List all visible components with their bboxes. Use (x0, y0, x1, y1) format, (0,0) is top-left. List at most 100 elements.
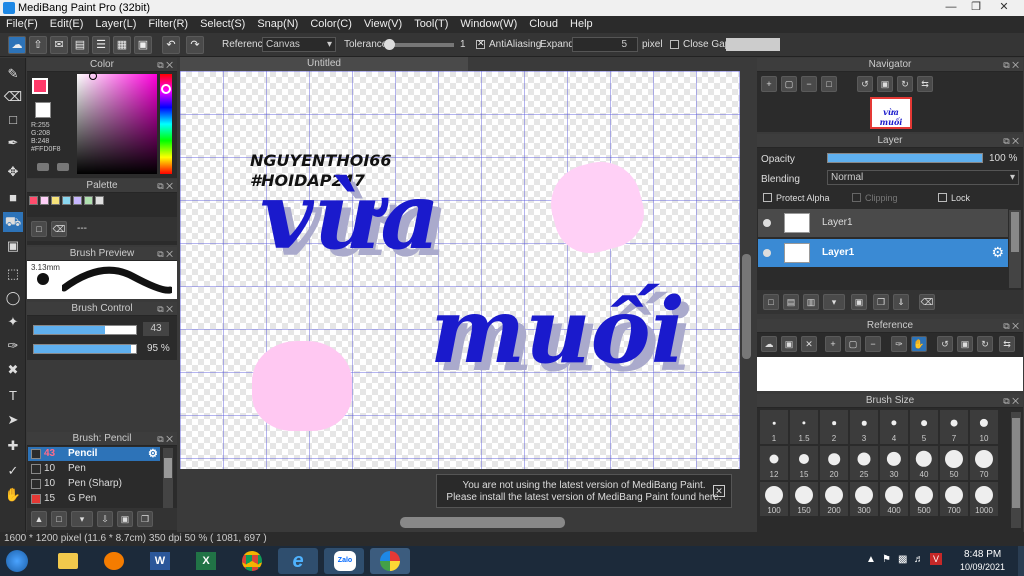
actual-size-icon[interactable]: □ (821, 76, 837, 92)
brush-size-cell[interactable]: 4 (880, 410, 908, 444)
chrome-icon[interactable] (232, 548, 272, 574)
palette-swatch[interactable] (29, 196, 38, 205)
canvas-vertical-scrollbar[interactable] (740, 71, 753, 469)
canvas[interactable]: NGUYENTHOI66 #HOIDAP247 vừa vừa muối muối (180, 71, 740, 469)
notice-line-2[interactable]: Please install the latest version of Med… (437, 492, 731, 504)
vertical-scroll-thumb[interactable] (742, 254, 751, 359)
menu-window[interactable]: Window(W) (454, 16, 523, 30)
magic-wand-tool-icon[interactable]: ✦ (3, 312, 23, 332)
palette-swatch[interactable] (73, 196, 82, 205)
word-icon[interactable]: W (140, 548, 180, 574)
brush-size-cell[interactable]: 100 (760, 482, 788, 516)
menu-select[interactable]: Select(S) (194, 16, 251, 30)
pipette-tool-icon[interactable]: ✓ (3, 461, 23, 481)
reference-hand-icon[interactable]: ✋ (911, 336, 927, 352)
brush-size-cell[interactable]: 1 (760, 410, 788, 444)
medibang-icon[interactable] (370, 548, 410, 574)
new-layer-icon[interactable]: □ (763, 294, 779, 310)
reference-close-icon[interactable]: ✕ (801, 336, 817, 352)
layer-scroll-thumb[interactable] (1011, 212, 1019, 252)
restore-button[interactable]: ❐ (965, 0, 987, 14)
brush-size-cell[interactable]: 150 (790, 482, 818, 516)
clock-time[interactable]: 8:48 PM (964, 549, 1001, 560)
gear-icon[interactable]: ⚙ (991, 244, 1004, 261)
brush-size-cell[interactable]: 70 (970, 446, 998, 480)
brush-size-slider[interactable] (33, 325, 137, 335)
close-gaps-value[interactable] (726, 38, 780, 51)
background-color-swatch[interactable] (35, 102, 51, 118)
add-brush-icon[interactable]: ▲ (31, 511, 47, 527)
clipping-checkbox[interactable] (852, 193, 861, 202)
brush-menu-icon[interactable]: ▾ (71, 511, 93, 527)
panel-menu-icon[interactable]: ⧉ ✕ (1003, 394, 1019, 408)
fit-window-icon[interactable]: ▣ (877, 76, 893, 92)
reference-cloud-icon[interactable]: ☁ (761, 336, 777, 352)
reference-eyedropper-icon[interactable]: ✑ (891, 336, 907, 352)
reference-zoom-in-icon[interactable]: + (825, 336, 841, 352)
move-tool-icon[interactable]: ✥ (3, 162, 23, 182)
menu-layer[interactable]: Layer(L) (89, 16, 142, 30)
brush-size-cell[interactable]: 50 (940, 446, 968, 480)
brush-size-cell[interactable]: 3 (850, 410, 878, 444)
new-brush-icon[interactable]: □ (51, 511, 67, 527)
redo-icon[interactable]: ↷ (186, 36, 204, 54)
panel-menu-icon[interactable]: ⧉ ✕ (1003, 58, 1019, 72)
menu-cloud[interactable]: Cloud (523, 16, 564, 30)
new-halftone-layer-icon[interactable]: ▤ (783, 294, 799, 310)
brush-size-cell[interactable]: 500 (910, 482, 938, 516)
tray-app-icon[interactable]: V (930, 553, 942, 565)
canvas-area[interactable]: NGUYENTHOI66 #HOIDAP247 vừa vừa muối muối (180, 71, 753, 469)
reference-zoom-out-icon[interactable]: − (865, 336, 881, 352)
hue-handle[interactable] (161, 84, 171, 94)
volume-icon[interactable]: ♬ (914, 554, 924, 565)
canvas-horizontal-scrollbar[interactable] (180, 514, 753, 531)
brush-size-cell[interactable]: 40 (910, 446, 938, 480)
layer-list-scrollbar[interactable] (1009, 210, 1021, 288)
brush-size-cell[interactable]: 700 (940, 482, 968, 516)
select-eraser-tool-icon[interactable]: ✖ (3, 360, 23, 380)
eraser-tool-icon[interactable]: ⌫ (3, 87, 23, 107)
brush-size-cell[interactable]: 20 (820, 446, 848, 480)
start-button[interactable] (6, 550, 28, 572)
panel-menu-icon[interactable]: ⧉ ✕ (157, 58, 173, 72)
tray-expand-icon[interactable]: ▲ (866, 554, 876, 565)
brush-size-value[interactable]: 43 (143, 322, 169, 336)
brush-size-cell[interactable]: 30 (880, 446, 908, 480)
brush-size-cell[interactable]: 10 (970, 410, 998, 444)
menu-file[interactable]: File(F) (0, 16, 44, 30)
menu-edit[interactable]: Edit(E) (44, 16, 90, 30)
brush-list-item[interactable]: 10 Pen (Sharp) (28, 477, 176, 491)
protect-alpha-checkbox[interactable] (763, 193, 772, 202)
panel-menu-icon[interactable]: ⧉ ✕ (157, 432, 173, 446)
bucket-tool-icon[interactable]: ⛟ (3, 212, 23, 232)
brush-size-cell[interactable]: 25 (850, 446, 878, 480)
reference-open-icon[interactable]: ▣ (781, 336, 797, 352)
palette-swatch[interactable] (95, 196, 104, 205)
saturation-value-picker[interactable] (77, 72, 157, 174)
palette-swatch[interactable] (51, 196, 60, 205)
zoom-in-icon[interactable]: + (761, 76, 777, 92)
panel-menu-icon[interactable]: ⧉ ✕ (157, 302, 173, 316)
eyedropper-tool-icon[interactable]: ✚ (3, 436, 23, 456)
brush-size-scroll-thumb[interactable] (1012, 418, 1020, 508)
flip-icon[interactable]: ⇆ (917, 76, 933, 92)
clock-date[interactable]: 10/09/2021 (960, 562, 1005, 572)
reference-fit-window-icon[interactable]: ▣ (957, 336, 973, 352)
brush-list-item[interactable]: 15 G Pen (28, 492, 176, 506)
reference-fit-icon[interactable]: ▢ (845, 336, 861, 352)
update-notice[interactable]: You are not using the latest version of … (436, 474, 732, 508)
zalo-icon[interactable]: Zalo (324, 548, 364, 574)
media-player-icon[interactable] (94, 548, 134, 574)
menu-help[interactable]: Help (564, 16, 599, 30)
color-swap-button[interactable] (37, 163, 49, 171)
rotate-left-icon[interactable]: ↺ (857, 76, 873, 92)
tray-flag-icon[interactable]: ⚑ (882, 554, 891, 565)
brush-size-scrollbar[interactable] (1011, 412, 1021, 528)
layer-opacity-slider[interactable] (827, 153, 983, 163)
brush-size-cell[interactable]: 1.5 (790, 410, 818, 444)
eye-icon[interactable] (763, 219, 771, 227)
select-tool-icon[interactable]: ⬚ (3, 264, 23, 284)
menu-color[interactable]: Color(C) (304, 16, 358, 30)
palette-swatch[interactable] (40, 196, 49, 205)
share-icon[interactable]: ⇧ (29, 36, 47, 54)
